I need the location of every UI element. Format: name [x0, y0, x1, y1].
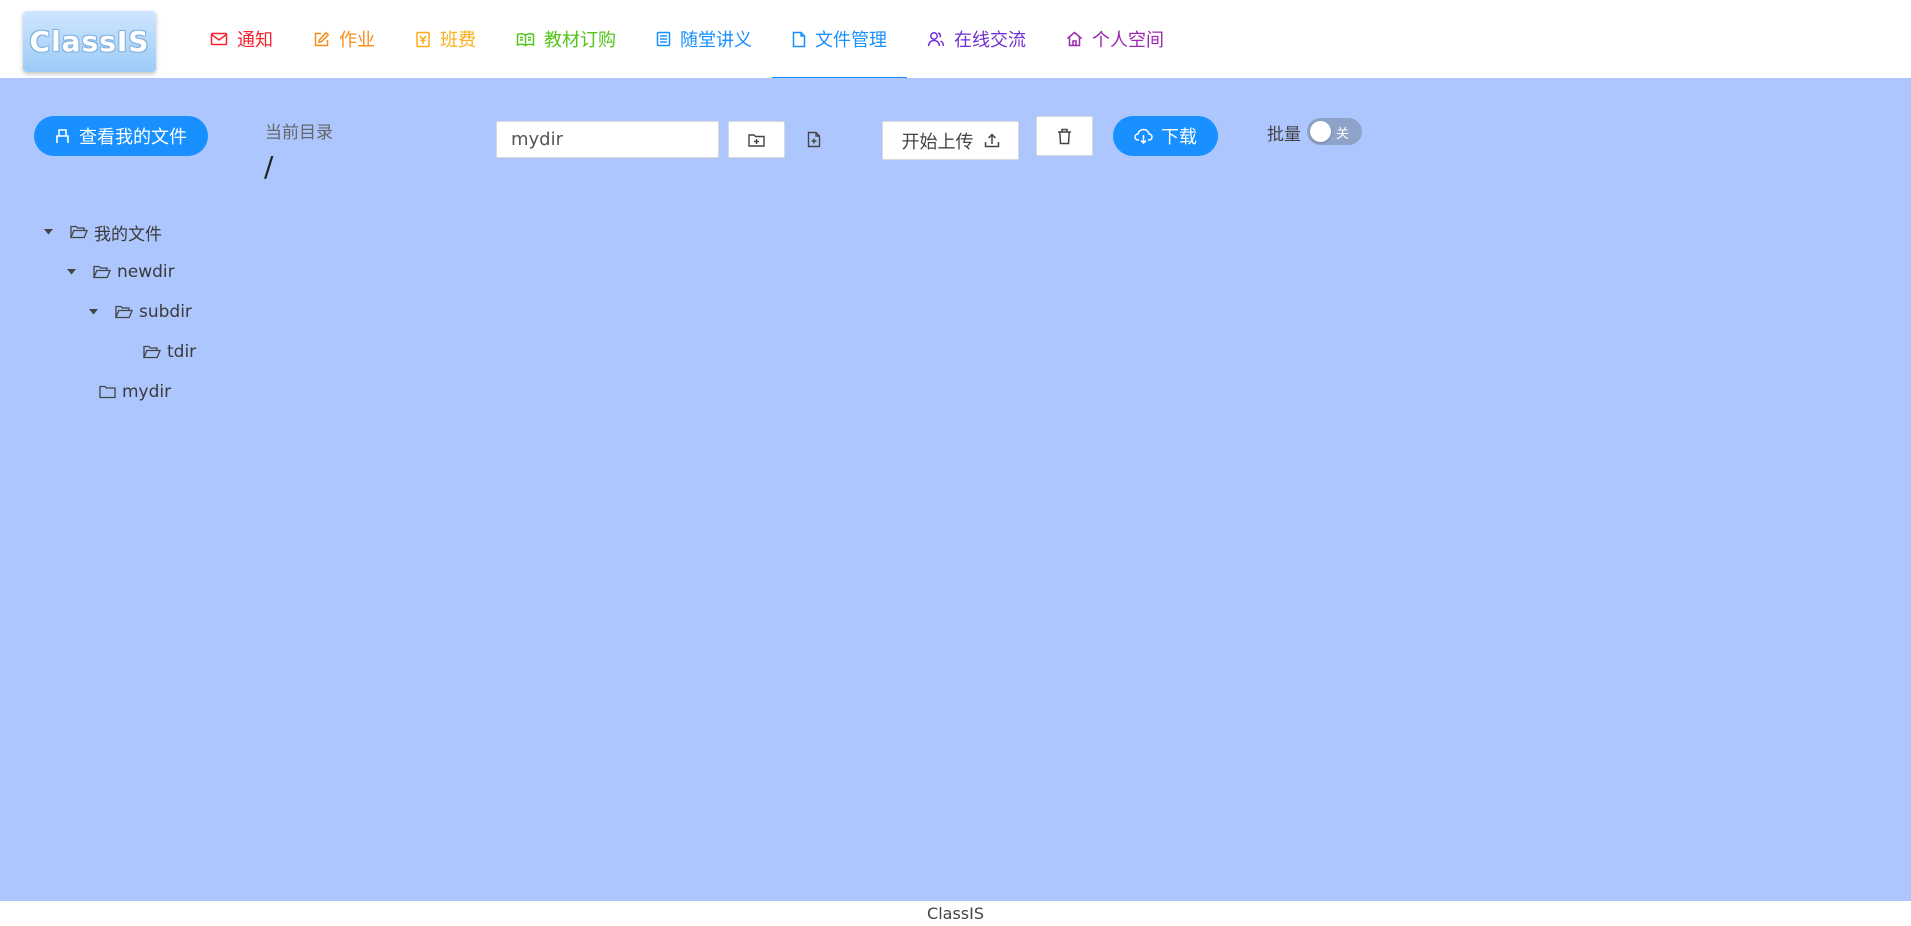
- nav-label: 班费: [440, 30, 476, 51]
- start-upload-label: 开始上传: [901, 131, 974, 153]
- mail-icon: [210, 32, 228, 46]
- tree-node-mydir[interactable]: mydir: [99, 379, 171, 405]
- user-icon: [56, 129, 69, 143]
- list-icon: [656, 31, 671, 47]
- file-icon: [792, 31, 806, 47]
- tree-label: 我的文件: [94, 224, 162, 245]
- folder-open-icon: [115, 305, 133, 319]
- top-header: ClassIS 通知 作业 班费 教材订购 随堂讲义 文件管理 在线交流 个人空…: [0, 0, 1911, 79]
- caret-down-icon[interactable]: [65, 266, 77, 278]
- nav-label: 教材订购: [544, 30, 616, 51]
- tree-label: tdir: [167, 342, 197, 362]
- new-file-button[interactable]: [800, 121, 828, 158]
- nav-item-file-manage[interactable]: 文件管理: [772, 0, 907, 79]
- nav-item-textbook[interactable]: 教材订购: [496, 0, 636, 78]
- tree-label: mydir: [122, 382, 172, 402]
- cloud-download-icon: [1134, 128, 1153, 144]
- nav-item-homework[interactable]: 作业: [293, 0, 395, 78]
- nav-label: 文件管理: [815, 30, 887, 51]
- trash-icon: [1058, 128, 1071, 144]
- switch-knob: [1310, 121, 1331, 142]
- switch-state-text: 关: [1336, 127, 1350, 142]
- tree-node-newdir[interactable]: newdir: [65, 259, 175, 285]
- view-my-files-button[interactable]: 查看我的文件: [34, 116, 208, 156]
- money-icon: [416, 31, 430, 47]
- batch-mode-switch[interactable]: 关: [1307, 118, 1362, 145]
- nav-item-class-fee[interactable]: 班费: [395, 0, 496, 78]
- view-my-files-label: 查看我的文件: [79, 127, 187, 148]
- nav-item-chat[interactable]: 在线交流: [907, 0, 1046, 78]
- tree-label: subdir: [139, 302, 192, 322]
- main-nav: 通知 作业 班费 教材订购 随堂讲义 文件管理 在线交流 个人空间: [190, 0, 1184, 79]
- tree-node-subdir[interactable]: subdir: [87, 299, 192, 325]
- folder-icon: [99, 385, 116, 399]
- nav-label: 随堂讲义: [680, 30, 752, 51]
- new-folder-button[interactable]: [728, 121, 785, 158]
- users-icon: [927, 32, 945, 47]
- folder-add-icon: [748, 133, 765, 147]
- caret-down-icon[interactable]: [87, 306, 99, 318]
- folder-open-icon: [93, 265, 111, 279]
- delete-button[interactable]: [1036, 116, 1093, 156]
- start-upload-button[interactable]: 开始上传: [882, 121, 1019, 160]
- nav-item-notice[interactable]: 通知: [190, 0, 293, 78]
- book-icon: [516, 32, 535, 46]
- current-directory-label: 当前目录: [265, 123, 333, 143]
- folder-open-icon: [143, 345, 161, 359]
- batch-mode-label: 批量: [1267, 125, 1301, 145]
- classis-logo[interactable]: ClassIS: [23, 11, 156, 72]
- nav-item-handouts[interactable]: 随堂讲义: [636, 0, 772, 78]
- tree-node-root[interactable]: 我的文件: [42, 219, 162, 245]
- home-icon: [1067, 31, 1082, 47]
- folder-open-icon: [70, 225, 88, 239]
- nav-label: 作业: [339, 30, 375, 51]
- tree-label: newdir: [117, 262, 175, 282]
- file-manager-panel: 查看我的文件 当前目录 / 开始上传 下载 批量 关 我的文件: [0, 78, 1911, 901]
- download-label: 下载: [1161, 127, 1197, 148]
- page-footer: ClassIS: [0, 901, 1911, 926]
- nav-label: 通知: [237, 30, 273, 51]
- current-directory-value: /: [264, 150, 274, 183]
- file-add-icon: [807, 131, 821, 148]
- upload-icon: [984, 133, 999, 148]
- nav-label: 个人空间: [1092, 30, 1164, 51]
- nav-item-personal-space[interactable]: 个人空间: [1046, 0, 1184, 78]
- tree-node-tdir[interactable]: tdir: [143, 339, 196, 365]
- caret-down-icon[interactable]: [42, 226, 54, 238]
- edit-icon: [314, 31, 330, 46]
- download-button[interactable]: 下载: [1113, 116, 1218, 156]
- nav-label: 在线交流: [954, 30, 1026, 51]
- directory-name-input[interactable]: [496, 121, 719, 158]
